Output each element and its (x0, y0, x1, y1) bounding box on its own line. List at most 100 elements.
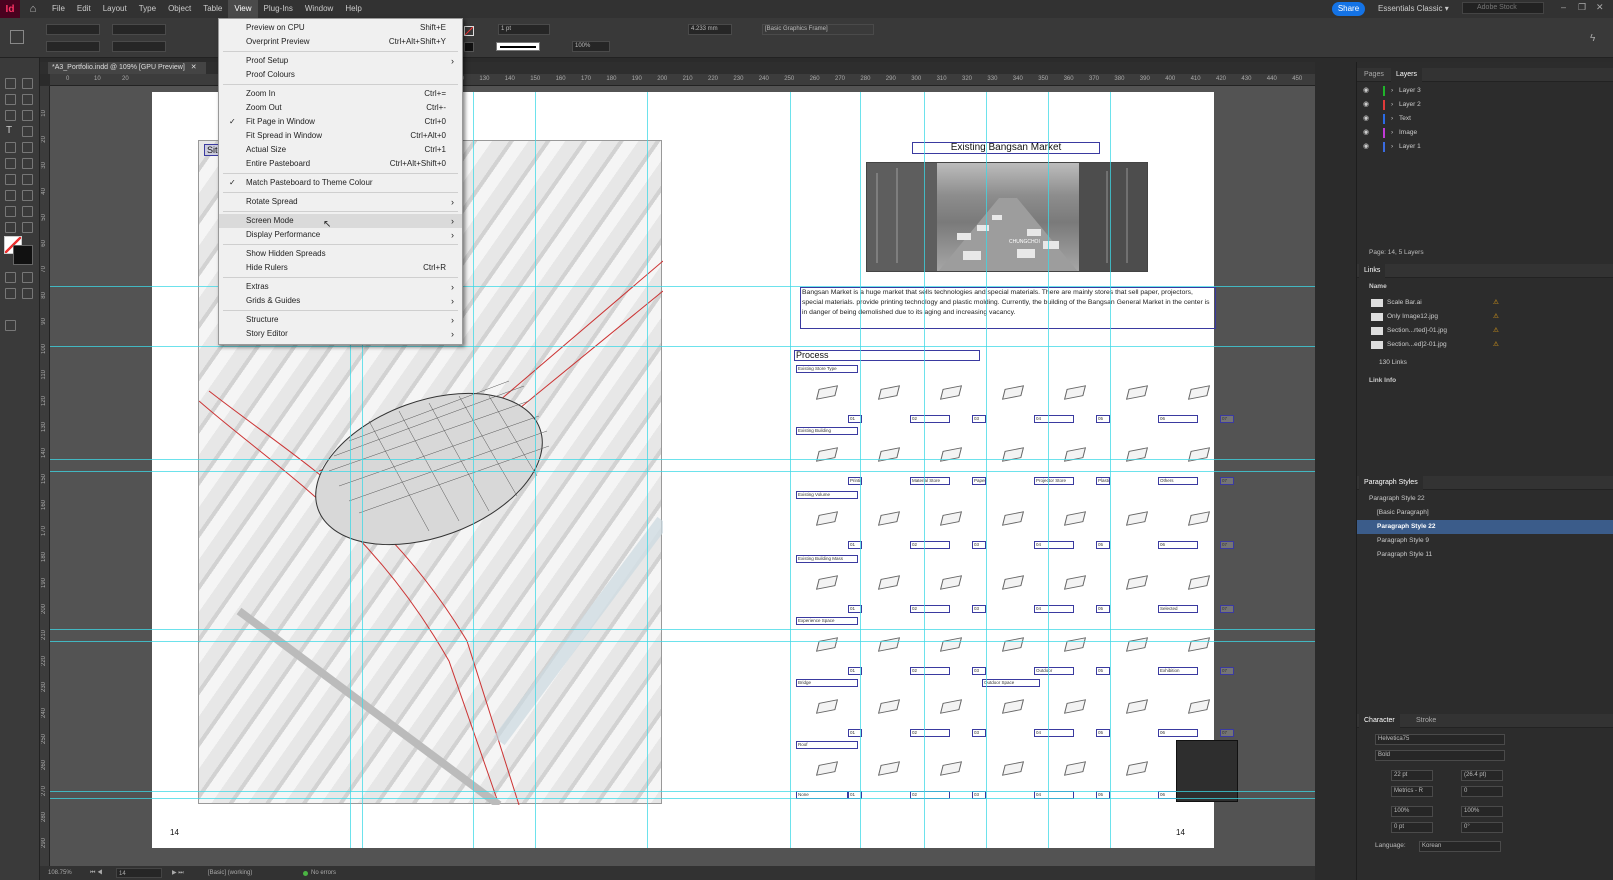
process-diagram-thumbnail[interactable] (1001, 575, 1025, 590)
process-diagram-thumbnail[interactable] (1063, 637, 1087, 652)
scissors-tool-icon[interactable] (5, 174, 16, 185)
process-diagram-thumbnail[interactable] (877, 511, 901, 526)
process-cell-label[interactable]: Paper Store (972, 477, 986, 485)
process-diagram-thumbnail[interactable] (877, 761, 901, 776)
process-diagram-thumbnail[interactable] (1187, 575, 1211, 590)
view-menu-item-story-editor[interactable]: Story Editor › (219, 327, 462, 341)
process-diagram-thumbnail[interactable] (1187, 385, 1211, 400)
layer-row[interactable]: ◉ › Text (1357, 112, 1613, 126)
type-tool-icon[interactable]: T (6, 125, 12, 136)
tab-pages[interactable]: Pages (1359, 68, 1389, 82)
gap-tool-icon[interactable] (22, 94, 33, 105)
zoom-tool-icon[interactable] (22, 222, 33, 233)
process-cell-label[interactable]: 02 (910, 541, 950, 549)
dimension-field[interactable]: 4.233 mm (688, 24, 732, 35)
process-diagram-thumbnail[interactable] (1125, 511, 1149, 526)
free-transform-tool-icon[interactable] (22, 174, 33, 185)
process-cell-label[interactable]: Others (1158, 477, 1198, 485)
line-tool-icon[interactable] (22, 126, 33, 137)
paragraph-style-item[interactable]: Paragraph Style 22 (1357, 520, 1613, 534)
gradient-swatch-tool-icon[interactable] (5, 190, 16, 201)
guide-line[interactable] (50, 471, 1315, 472)
stroke-type-select[interactable] (496, 42, 540, 51)
process-cell-label[interactable]: 04 (1034, 541, 1074, 549)
view-menu-item-screen-mode[interactable]: Screen Mode › (219, 214, 462, 228)
process-diagram-thumbnail[interactable] (1001, 761, 1025, 776)
process-cell-label[interactable]: 04 (1034, 605, 1074, 613)
modified-link-icon[interactable]: ⚠ (1493, 310, 1499, 324)
disclosure-icon[interactable]: › (1391, 84, 1393, 98)
object-style-select[interactable]: [Basic Graphics Frame] (762, 24, 874, 35)
zoom-level[interactable]: 108.75% (48, 866, 72, 880)
process-cell-label[interactable]: 04 (1034, 729, 1074, 737)
formatting-text-icon[interactable] (22, 272, 33, 283)
process-cell-label[interactable]: 05 (1096, 415, 1110, 423)
process-diagram-thumbnail[interactable] (939, 699, 963, 714)
process-diagram-thumbnail[interactable] (939, 575, 963, 590)
process-diagram-thumbnail[interactable] (1001, 637, 1025, 652)
process-cell-label[interactable]: 06 (1158, 415, 1198, 423)
apply-none-icon[interactable] (22, 288, 33, 299)
menu-help[interactable]: Help (339, 0, 367, 18)
x-field[interactable] (46, 24, 100, 35)
y-field[interactable] (46, 41, 100, 52)
process-diagram-thumbnail[interactable] (815, 575, 839, 590)
guide-line[interactable] (50, 798, 1315, 799)
process-diagram-thumbnail[interactable] (939, 761, 963, 776)
view-menu-item-match-pasteboard-to-theme-colour[interactable]: ✓ Match Pasteboard to Theme Colour (219, 176, 462, 190)
pen-tool-icon[interactable] (5, 142, 16, 153)
eye-icon[interactable]: ◉ (1363, 98, 1369, 112)
kerning-field[interactable]: Metrics - R (1391, 786, 1433, 797)
screen-mode-icon[interactable] (5, 320, 16, 331)
process-cell-label[interactable]: 05 (1096, 667, 1110, 675)
note-tool-icon[interactable] (5, 206, 16, 217)
guide-line[interactable] (50, 459, 1315, 460)
process-diagram-thumbnail[interactable] (1063, 699, 1087, 714)
guide-line[interactable] (50, 641, 1315, 642)
process-cell-label[interactable]: 07 (1220, 729, 1234, 737)
process-cell-label[interactable]: 03 (972, 729, 986, 737)
process-diagram-thumbnail[interactable] (1063, 511, 1087, 526)
link-row[interactable]: Scale Bar.ai ⚠ (1357, 296, 1613, 310)
eye-icon[interactable]: ◉ (1363, 112, 1369, 126)
process-row-label[interactable]: Existing Volume (796, 491, 858, 499)
width-field[interactable] (112, 24, 166, 35)
process-cell-label[interactable]: 07 (1220, 667, 1234, 675)
gradient-feather-tool-icon[interactable] (22, 190, 33, 201)
page-number-field[interactable]: 14 (116, 868, 162, 878)
process-cell-label[interactable]: 07 (1220, 541, 1234, 549)
process-diagram-thumbnail[interactable] (939, 385, 963, 400)
process-diagram-thumbnail[interactable] (939, 511, 963, 526)
guide-line[interactable] (473, 92, 474, 848)
tab-links[interactable]: Links (1359, 264, 1386, 278)
paragraph-style-item[interactable]: Paragraph Style 9 (1357, 534, 1613, 548)
link-row[interactable]: Section...ed]2-01.jpg ⚠ (1357, 338, 1613, 352)
height-field[interactable] (112, 41, 166, 52)
vertical-ruler[interactable]: 10 20 30 40 50 60 70 80 90 100 110 120 130 140 150 160 1… (40, 86, 50, 866)
link-row[interactable]: Section...rted]-01.jpg ⚠ (1357, 324, 1613, 338)
links-name-header[interactable]: Name (1357, 280, 1613, 294)
apply-color-icon[interactable] (5, 288, 16, 299)
menu-type[interactable]: Type (133, 0, 162, 18)
fill-none-icon[interactable] (464, 26, 474, 36)
process-diagram-thumbnail[interactable] (877, 385, 901, 400)
view-menu-item-proof-setup[interactable]: Proof Setup › (219, 54, 462, 68)
page-tool-icon[interactable] (5, 94, 16, 105)
process-diagram-thumbnail[interactable] (1063, 575, 1087, 590)
leading-field[interactable]: (26.4 pt) (1461, 770, 1503, 781)
process-diagram-thumbnail[interactable] (815, 761, 839, 776)
process-cell-label[interactable]: Selected (1158, 605, 1198, 613)
process-diagram-thumbnail[interactable] (1187, 699, 1211, 714)
process-cell-label[interactable]: 07 (1220, 415, 1234, 423)
first-page-icon[interactable]: ⏮ ◀ (90, 866, 102, 880)
restore-icon[interactable]: ❐ (1578, 2, 1586, 13)
modified-link-icon[interactable]: ⚠ (1493, 324, 1499, 338)
process-row-label[interactable]: Existing Building Mass (796, 555, 858, 563)
link-info-toggle[interactable]: Link Info (1357, 374, 1613, 388)
tab-layers[interactable]: Layers (1391, 68, 1423, 82)
view-menu-item-zoom-out[interactable]: Zoom Out Ctrl+- (219, 101, 462, 115)
selection-tool-icon[interactable] (5, 78, 16, 89)
process-diagram-thumbnail[interactable] (1063, 385, 1087, 400)
process-diagram-thumbnail[interactable] (1125, 637, 1149, 652)
tracking-field[interactable]: 0 (1461, 786, 1503, 797)
